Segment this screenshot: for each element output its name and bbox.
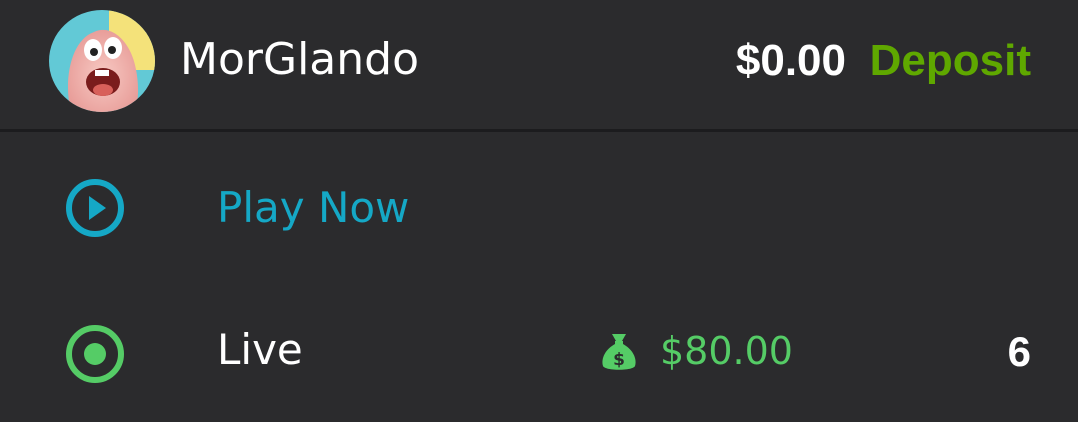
menu-item-label: Live (217, 325, 303, 374)
menu-item-live[interactable]: Live $ $80.00 6 (0, 282, 1078, 422)
header-divider (0, 129, 1078, 132)
play-circle-icon (64, 177, 126, 239)
avatar[interactable] (49, 10, 155, 112)
money-bag-icon: $ (598, 330, 640, 372)
profile-avatar-icon (49, 10, 155, 112)
radio-target-icon (64, 323, 126, 385)
prize-amount: $80.00 (660, 329, 793, 373)
menu-item-play-now[interactable]: Play Now (0, 136, 1078, 276)
live-count: 6 (1007, 328, 1031, 375)
username: MorGlando (180, 34, 419, 85)
svg-text:$: $ (613, 350, 625, 370)
deposit-button[interactable]: Deposit (870, 34, 1031, 88)
account-balance: $0.00 (735, 36, 846, 85)
live-prize: $ $80.00 (598, 329, 793, 373)
menu-item-label: Play Now (217, 183, 410, 232)
account-header: MorGlando $0.00 Deposit (0, 0, 1078, 130)
